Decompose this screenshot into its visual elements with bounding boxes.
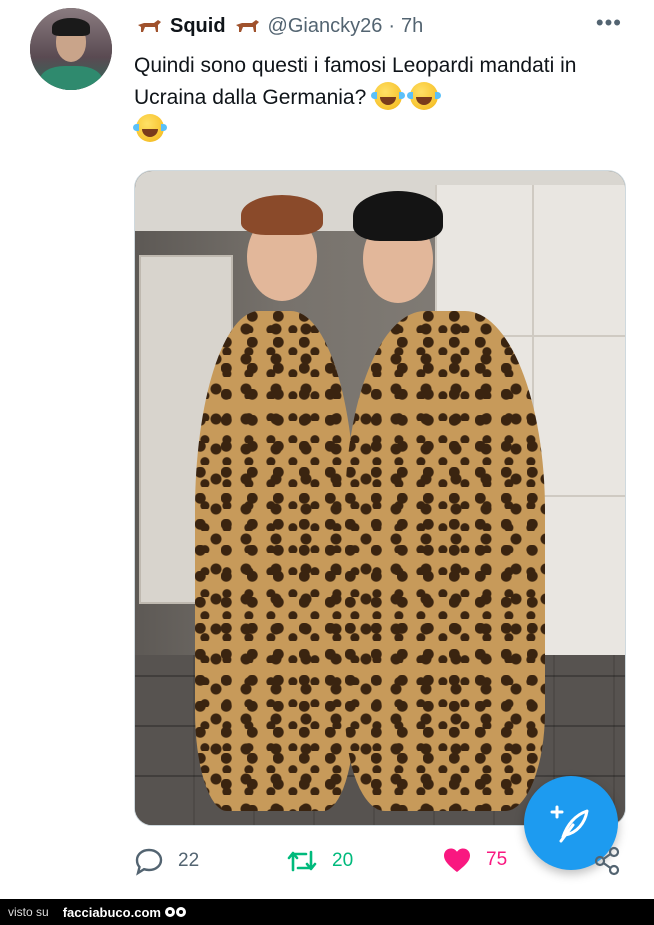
avatar[interactable] [30,8,112,90]
tears-of-joy-icon [371,82,406,110]
horse-icon [232,15,262,37]
user-handle[interactable]: @Giancky26 [268,15,383,38]
avatar-body [40,66,102,90]
reply-button[interactable]: 22 [134,846,199,876]
tweet-text: Quindi sono questi i famosi Leopardi man… [133,50,614,146]
horse-icon [134,15,164,37]
tweet-timestamp[interactable]: 7h [401,15,423,38]
tears-of-joy-icon [406,82,441,110]
person-left [195,311,355,811]
tweet-header: Squid @Giancky26 · 7h [134,12,423,40]
eyes-logo-icon [164,907,186,917]
person-right [345,311,545,811]
tweet-photo[interactable] [134,170,626,826]
separator-dot: · [388,14,396,37]
person-right-hair [353,191,443,241]
tweet-actions: 22 20 75 [134,846,624,880]
heart-icon [444,848,470,872]
share-button[interactable] [594,846,622,876]
reply-icon [135,848,163,876]
more-options-icon[interactable]: ••• [596,10,622,36]
reply-count: 22 [178,850,200,871]
like-button[interactable]: 75 [442,846,507,874]
retweet-count: 20 [332,850,354,871]
tears-of-joy-icon [133,114,167,142]
retweet-button[interactable]: 20 [286,846,353,876]
retweet-icon [287,850,317,872]
footer-visto-label: visto su [8,905,49,919]
person-left-hair [241,195,323,235]
feather-plus-icon [550,805,589,843]
share-icon [594,846,620,876]
footer-brand[interactable]: facciabuco.com [63,905,161,920]
avatar-hair [52,18,90,36]
watermark-footer: visto su facciabuco.com [0,899,654,925]
display-name[interactable]: Squid [170,15,226,38]
like-count: 75 [486,849,508,870]
tweet-body: Quindi sono questi i famosi Leopardi man… [134,54,577,109]
